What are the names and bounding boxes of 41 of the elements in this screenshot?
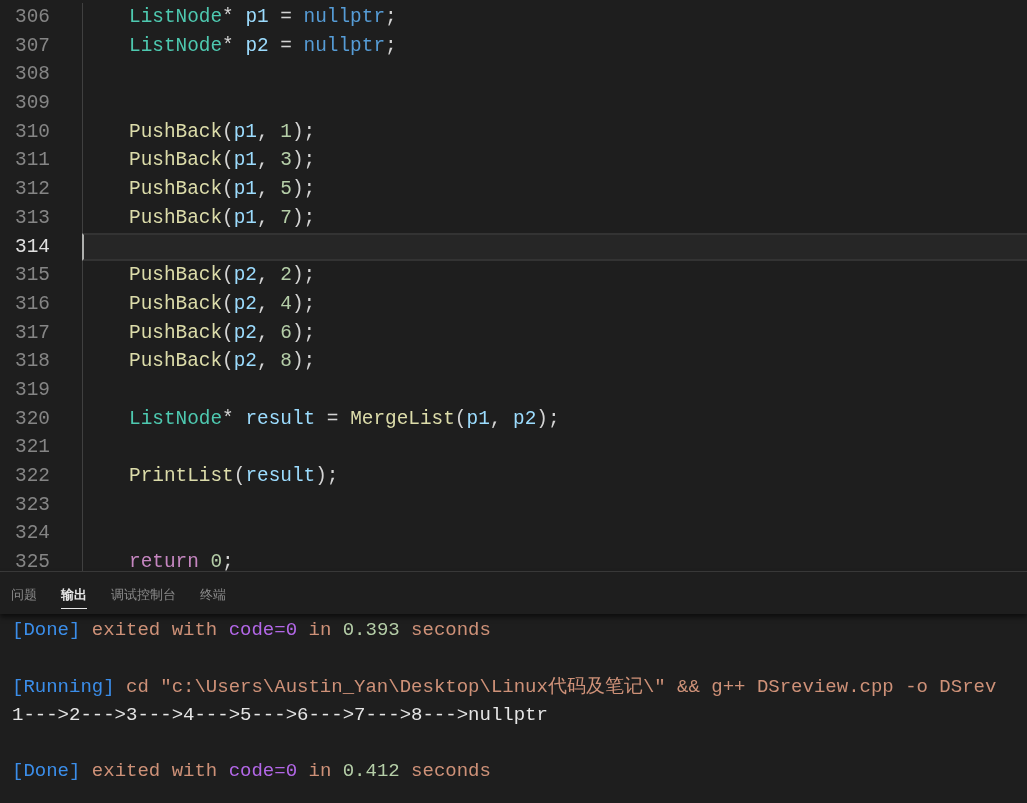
line-number: 317 (14, 320, 50, 346)
line-number: 322 (14, 464, 50, 489)
line-number: 324 (14, 521, 50, 547)
output-line: [Done] exited with code=0 in 0.412 seconds (12, 760, 491, 783)
panel-tab[interactable]: 问题 (11, 581, 37, 609)
line-number: 314 (14, 234, 50, 260)
output-line: [Done] exited with code=0 in 0.393 seconds (12, 619, 491, 641)
code-line: ListNode* result = MergeList(p1, p2); (129, 407, 560, 430)
line-number: 315 (14, 263, 50, 289)
output-line: 1--->2--->3--->4--->5--->6--->7--->8--->nullptr (12, 703, 548, 726)
code-line: PushBack(p2, 8); (129, 350, 316, 373)
code-line: ListNode* p1 = nullptr; (129, 6, 397, 28)
code-line: PrintList(result); (129, 465, 339, 487)
line-number: 311 (14, 148, 50, 174)
line-number: 325 (14, 550, 50, 571)
code-line: PushBack(p2, 4); (129, 292, 316, 315)
code-line: return 0; (129, 551, 234, 571)
line-number: 307 (14, 33, 50, 59)
line-number: 320 (14, 406, 50, 432)
panel-tab[interactable]: 终端 (200, 581, 226, 609)
line-number: 319 (14, 377, 50, 403)
panel-tab[interactable]: 调试控制台 (111, 581, 176, 609)
line-number: 312 (14, 177, 50, 203)
line-number: 316 (14, 291, 50, 317)
line-number: 308 (14, 62, 50, 88)
line-number: 309 (14, 91, 50, 117)
line-number: 306 (14, 5, 50, 30)
code-line: PushBack(p1, 7); (129, 206, 316, 229)
line-number: 313 (14, 205, 50, 231)
code-line: PushBack(p1, 3); (129, 149, 316, 172)
line-number: 318 (14, 349, 50, 375)
line-number: 310 (14, 119, 50, 145)
code-line: PushBack(p1, 1); (129, 120, 316, 143)
panel-tab[interactable]: 输出 (61, 581, 87, 609)
code-line: PushBack(p2, 2); (129, 264, 316, 287)
line-number: 323 (14, 492, 50, 518)
code-line: PushBack(p2, 6); (129, 321, 316, 344)
line-number: 321 (14, 435, 50, 461)
code-line: ListNode* p2 = nullptr; (129, 34, 397, 57)
output-line: [Running] cd "c:\Users\Austin_Yan\Desktop\Linux代码及笔记\" && g++ DSreview.cpp -o DSrev (12, 675, 997, 698)
code-line: PushBack(p1, 5); (129, 178, 316, 201)
